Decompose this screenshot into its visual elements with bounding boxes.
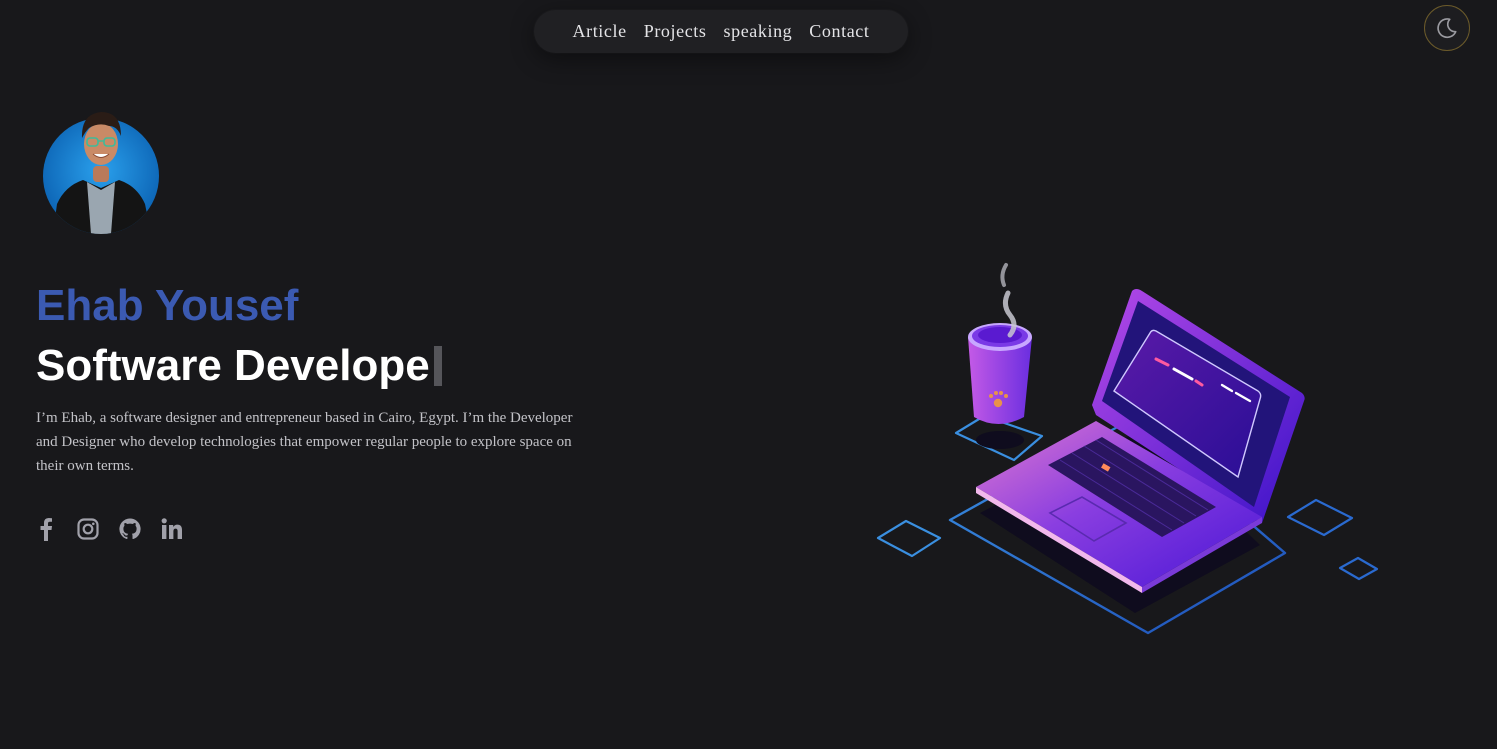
hero-name: Ehab Yousef [36, 281, 299, 330]
facebook-link[interactable] [34, 516, 58, 542]
hero-illustration [870, 255, 1390, 640]
social-links [34, 516, 184, 542]
nav-item-projects[interactable]: Projects [644, 21, 707, 42]
hero-role-text: Software Develope [36, 341, 430, 390]
hero-bio: I’m Ehab, a software designer and entrep… [36, 410, 573, 474]
linkedin-link[interactable] [160, 516, 184, 542]
hero-role: Software Develope [36, 340, 442, 392]
linkedin-icon [161, 518, 182, 539]
theme-toggle-button[interactable] [1424, 5, 1470, 51]
moon-icon [1437, 18, 1457, 39]
nav-item-contact[interactable]: Contact [809, 21, 869, 42]
nav-item-article[interactable]: Article [573, 21, 627, 42]
instagram-link[interactable] [76, 516, 100, 542]
page: Article Projects speaking Contact Ehab Y… [0, 0, 1497, 749]
typing-caret [433, 346, 442, 386]
instagram-icon [77, 518, 99, 540]
github-link[interactable] [118, 516, 142, 542]
top-nav: Article Projects speaking Contact [534, 10, 908, 53]
facebook-icon [40, 518, 52, 541]
avatar [43, 108, 160, 234]
nav-item-speaking[interactable]: speaking [724, 21, 793, 42]
github-icon [119, 518, 141, 540]
